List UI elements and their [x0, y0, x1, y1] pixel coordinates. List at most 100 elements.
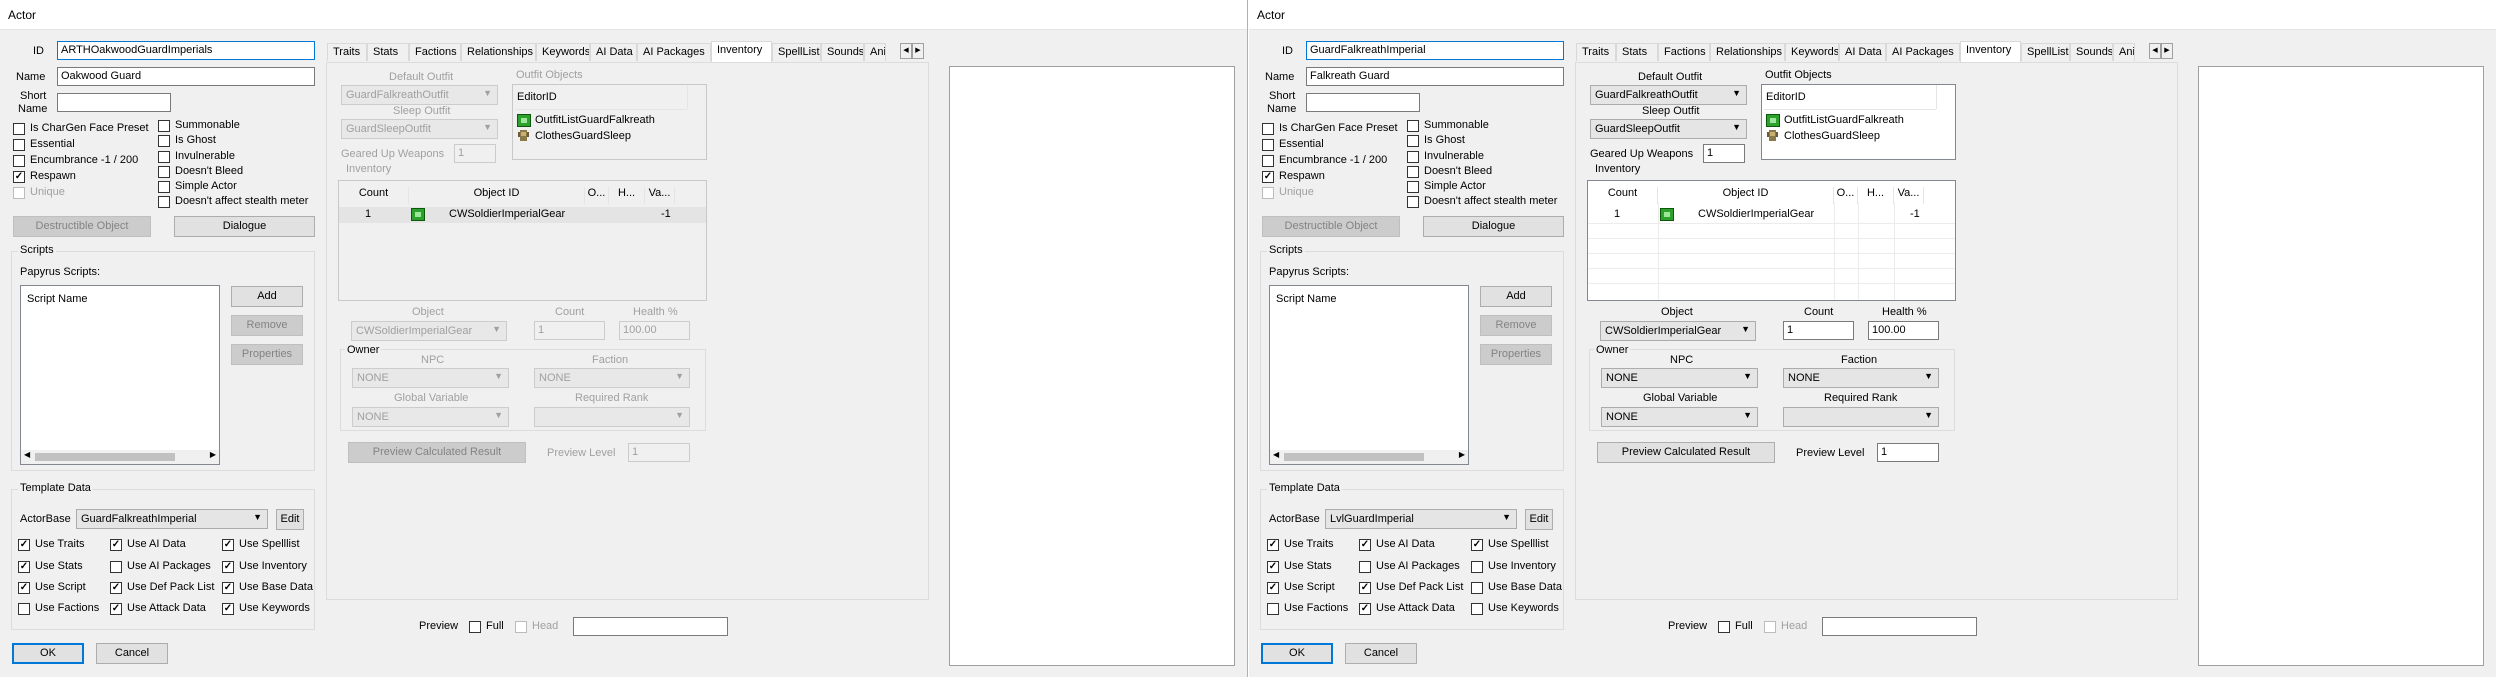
object-select[interactable]: CWSoldierImperialGear ▼	[1600, 321, 1756, 341]
preview-field[interactable]	[573, 617, 728, 636]
flag-checkbox[interactable]: Doesn't affect stealth meter	[1407, 195, 1567, 209]
name-field[interactable]: Oakwood Guard	[57, 67, 315, 86]
npc-select[interactable]: NONE ▼	[1601, 368, 1758, 388]
inventory-column-header[interactable]: O...	[1834, 187, 1858, 204]
scripts-hscrollbar[interactable]: ◀ ▶	[1270, 450, 1468, 464]
scroll-left-icon[interactable]: ◀	[24, 450, 30, 459]
flag-checkbox[interactable]: Encumbrance -1 / 200	[1262, 154, 1412, 168]
template-checkbox[interactable]: ✓ Use Inventory	[222, 560, 332, 574]
short-name-field[interactable]	[57, 93, 171, 112]
global-variable-select[interactable]: NONE ▼	[1601, 407, 1758, 427]
flag-checkbox[interactable]: Simple Actor	[1407, 180, 1567, 194]
tab-ai-packages[interactable]: AI Packages	[637, 43, 711, 61]
flag-checkbox[interactable]: Summonable	[1407, 119, 1567, 133]
actorbase-edit-button[interactable]: Edit	[276, 509, 304, 530]
template-checkbox[interactable]: ✓ Use Spelllist	[222, 538, 332, 552]
cancel-button[interactable]: Cancel	[96, 643, 168, 664]
tab-scroll-right-icon[interactable]: ▶	[2161, 43, 2173, 59]
sleep-outfit-select[interactable]: GuardSleepOutfit ▼	[1590, 119, 1747, 139]
faction-select[interactable]: NONE ▼	[1783, 368, 1939, 388]
template-checkbox[interactable]: Use Keywords	[1471, 602, 1581, 616]
destructible-object-button[interactable]: Destructible Object	[1262, 216, 1400, 237]
full-checkbox[interactable]: Full	[469, 620, 509, 634]
scripts-list[interactable]: Script Name ◀ ▶	[1269, 285, 1469, 465]
id-field[interactable]: GuardFalkreathImperial	[1306, 41, 1564, 60]
template-checkbox[interactable]: ✓ Use AI Data	[1359, 538, 1469, 552]
tab-spelllist[interactable]: SpellList	[2021, 43, 2070, 61]
template-checkbox[interactable]: Use AI Packages	[110, 560, 220, 574]
flag-checkbox[interactable]: ✓ Respawn	[13, 170, 163, 184]
flag-checkbox[interactable]: Essential	[1262, 138, 1412, 152]
tab-stats[interactable]: Stats	[367, 43, 409, 61]
flag-checkbox[interactable]: Doesn't Bleed	[158, 165, 318, 179]
count-field[interactable]: 1	[534, 321, 605, 340]
preview-field[interactable]	[1822, 617, 1977, 636]
inventory-column-header[interactable]: Object ID	[409, 187, 585, 204]
tab-scroll-right-icon[interactable]: ▶	[912, 43, 924, 59]
tab-sounds[interactable]: Sounds	[2070, 43, 2113, 61]
actorbase-select[interactable]: LvlGuardImperial ▼	[1325, 509, 1517, 529]
scroll-right-icon[interactable]: ▶	[1459, 450, 1465, 459]
flag-checkbox[interactable]: Is CharGen Face Preset	[13, 122, 163, 136]
inventory-column-header[interactable]: Count	[1588, 187, 1658, 204]
dialogue-button[interactable]: Dialogue	[1423, 216, 1564, 237]
name-field[interactable]: Falkreath Guard	[1306, 67, 1564, 86]
tab-inventory[interactable]: Inventory	[711, 41, 772, 62]
required-rank-select[interactable]: ▼	[1783, 407, 1939, 427]
tab-relationships[interactable]: Relationships	[461, 43, 536, 61]
ok-button[interactable]: OK	[1261, 643, 1333, 664]
preview-calculated-result-button[interactable]: Preview Calculated Result	[1597, 442, 1775, 463]
remove-script-button[interactable]: Remove	[231, 315, 303, 336]
inventory-column-header[interactable]: Va...	[1894, 187, 1924, 204]
short-name-field[interactable]	[1306, 93, 1420, 112]
template-checkbox[interactable]: Use AI Packages	[1359, 560, 1469, 574]
tab-spelllist[interactable]: SpellList	[772, 43, 821, 61]
health-field[interactable]: 100.00	[1868, 321, 1939, 340]
script-properties-button[interactable]: Properties	[1480, 344, 1552, 365]
faction-select[interactable]: NONE ▼	[534, 368, 690, 388]
outfit-item-label[interactable]: ClothesGuardSleep	[1784, 130, 1880, 142]
tab-factions[interactable]: Factions	[409, 43, 461, 61]
outfit-item-label[interactable]: OutfitListGuardFalkreath	[1784, 114, 1904, 126]
flag-checkbox[interactable]: Unique	[13, 186, 163, 200]
tab-relationships[interactable]: Relationships	[1710, 43, 1785, 61]
flag-checkbox[interactable]: Essential	[13, 138, 163, 152]
template-checkbox[interactable]: ✓ Use Spelllist	[1471, 538, 1581, 552]
outfit-item-label[interactable]: OutfitListGuardFalkreath	[535, 114, 655, 126]
tab-sounds[interactable]: Sounds	[821, 43, 864, 61]
inventory-list[interactable]: Count Object ID O... H... Va... 1 CWSoldierImp…	[1587, 180, 1956, 301]
inventory-column-header[interactable]: O...	[585, 187, 609, 204]
tab-ai-data[interactable]: AI Data	[1839, 43, 1886, 61]
flag-checkbox[interactable]: Unique	[1262, 186, 1412, 200]
preview-viewport[interactable]	[2198, 66, 2484, 666]
tab-traits[interactable]: Traits	[1576, 43, 1616, 61]
template-checkbox[interactable]: ✓ Use Keywords	[222, 602, 332, 616]
health-field[interactable]: 100.00	[619, 321, 690, 340]
inventory-list[interactable]: Count Object ID O... H... Va... 1 CWSoldierImp…	[338, 180, 707, 301]
full-checkbox[interactable]: Full	[1718, 620, 1758, 634]
flag-checkbox[interactable]: Doesn't Bleed	[1407, 165, 1567, 179]
outfit-objects-list[interactable]: EditorID OutfitListGuardFalkreath Clothe…	[1761, 84, 1956, 160]
count-field[interactable]: 1	[1783, 321, 1854, 340]
flag-checkbox[interactable]: Encumbrance -1 / 200	[13, 154, 163, 168]
outfit-objects-list[interactable]: EditorID OutfitListGuardFalkreath Clothe…	[512, 84, 707, 160]
scroll-thumb[interactable]	[35, 453, 175, 461]
dialogue-button[interactable]: Dialogue	[174, 216, 315, 237]
flag-checkbox[interactable]: ✓ Respawn	[1262, 170, 1412, 184]
head-checkbox[interactable]: Head	[1764, 620, 1814, 634]
id-field[interactable]: ARTHOakwoodGuardImperials	[57, 41, 315, 60]
inventory-column-header[interactable]: Count	[339, 187, 409, 204]
inventory-column-header[interactable]: H...	[609, 187, 645, 204]
ok-button[interactable]: OK	[12, 643, 84, 664]
tab-inventory[interactable]: Inventory	[1960, 41, 2021, 62]
required-rank-select[interactable]: ▼	[534, 407, 690, 427]
table-row[interactable]: 1 CWSoldierImperialGear -1	[1588, 207, 1955, 223]
preview-level-field[interactable]: 1	[628, 443, 690, 462]
tab-stats[interactable]: Stats	[1616, 43, 1658, 61]
flag-checkbox[interactable]: Simple Actor	[158, 180, 318, 194]
tab-scroll-left-icon[interactable]: ◀	[2149, 43, 2161, 59]
add-script-button[interactable]: Add	[231, 286, 303, 307]
tab-anim[interactable]: Anim	[2113, 43, 2135, 61]
flag-checkbox[interactable]: Invulnerable	[1407, 150, 1567, 164]
template-checkbox[interactable]: Use Base Data	[1471, 581, 1581, 595]
